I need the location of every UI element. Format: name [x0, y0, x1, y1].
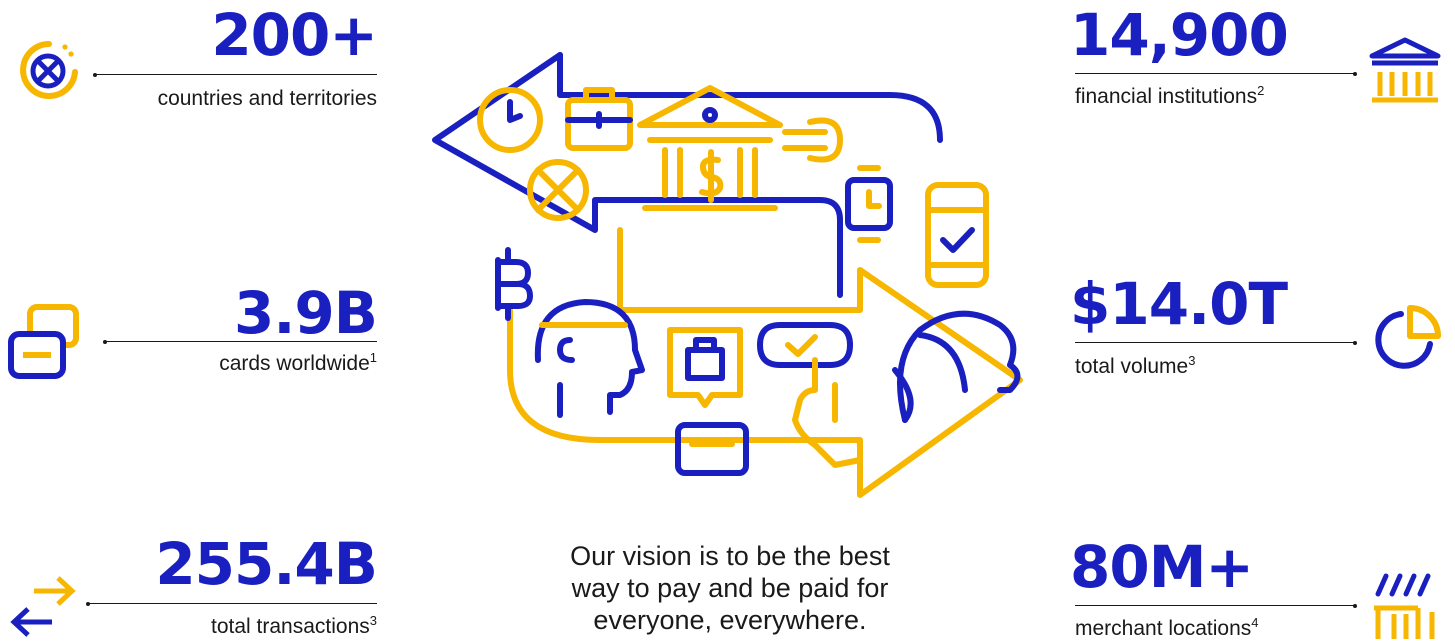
vision-statement: Our vision is to be the best way to pay …: [530, 540, 930, 636]
card-small-icon: [675, 422, 749, 476]
vision-line-3: everyone, everywhere.: [593, 605, 867, 635]
smartwatch-icon: [845, 165, 893, 243]
storefront-icon: [1374, 573, 1435, 639]
person-left-icon: [534, 299, 645, 418]
institutions-divider: [1075, 71, 1357, 76]
vision-line-2: way to pay and be paid for: [571, 573, 889, 603]
merchants-divider: [1075, 603, 1357, 608]
volume-label: total volume3: [1075, 353, 1196, 378]
countries-divider: [93, 72, 377, 77]
bank-icon: [1369, 37, 1441, 103]
coin-icon: [782, 117, 843, 163]
countries-value: 200+: [211, 1, 378, 69]
vision-line-1: Our vision is to be the best: [570, 541, 890, 571]
globe-icon: [20, 41, 78, 99]
phone-icon: [925, 182, 989, 288]
bank-illustration: [637, 85, 783, 211]
bitcoin-icon: [495, 247, 533, 321]
transactions-label: total transactions3: [211, 613, 377, 638]
speech-bubble-icon: [757, 322, 853, 368]
cards-label: cards worldwide1: [219, 350, 377, 375]
institutions-label: financial institutions2: [1075, 83, 1265, 108]
volume-divider: [1075, 340, 1357, 345]
merchants-label: merchant locations4: [1075, 615, 1259, 640]
payments-illustration: [432, 52, 1023, 498]
merchants-value: 80M+: [1070, 533, 1254, 601]
cards-icon: [8, 304, 79, 379]
clock-icon: [477, 87, 543, 153]
transactions-value: 255.4B: [155, 530, 378, 598]
volume-value: $14.0T: [1070, 270, 1288, 338]
transactions-divider: [86, 601, 377, 606]
hand-icon: [792, 357, 863, 468]
countries-label: countries and territories: [157, 87, 377, 110]
institutions-value: 14,900: [1070, 1, 1289, 69]
transfer-arrows-icon: [10, 576, 76, 637]
shopping-bag-icon: [667, 327, 743, 408]
cards-value: 3.9B: [234, 279, 378, 347]
pie-chart-icon: [1375, 305, 1441, 369]
cards-divider: [103, 339, 377, 344]
briefcase-icon: [565, 87, 633, 151]
